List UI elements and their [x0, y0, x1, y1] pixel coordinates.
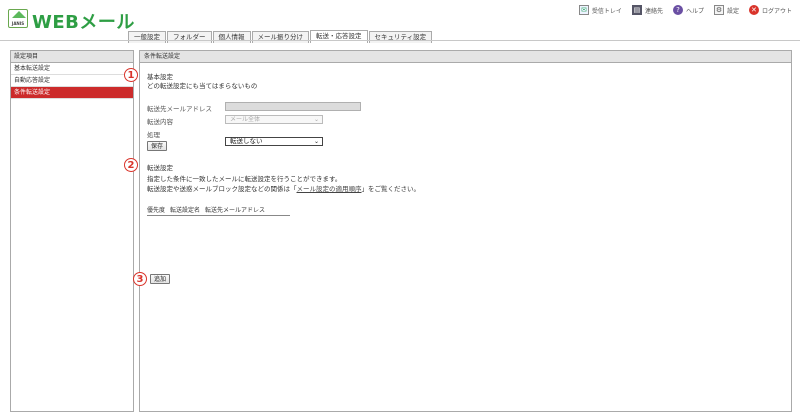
- sidebar: 設定項目 基本転送設定 自動応答設定 条件転送設定: [10, 50, 134, 412]
- tab-mail-filter[interactable]: メール振り分け: [251, 31, 309, 43]
- settings-label: 設定: [726, 7, 739, 15]
- forward-content-value: メール全体: [230, 116, 261, 123]
- logo-roof-icon: [12, 11, 26, 18]
- logo: JANIS: [8, 9, 28, 28]
- col-forward-address: 転送先メールアドレス: [205, 207, 266, 214]
- forward-section-title: 転送設定: [147, 164, 173, 172]
- header-divider: [0, 40, 800, 41]
- add-button[interactable]: 追加: [150, 274, 171, 284]
- forward-section-note: 転送設定や送惑メールブロック設定などの関係は「メール設定の適用順序」をご覧くださ…: [147, 183, 420, 193]
- logout-label: ログアウト: [761, 7, 792, 15]
- inbox-label: 受信トレイ: [591, 7, 622, 15]
- save-button[interactable]: 保存: [147, 141, 168, 151]
- top-links: ✉ 受信トレイ ▤ 連絡先 ? ヘルプ ⚙ 設定 ✕ ログアウト: [578, 5, 792, 15]
- inbox-icon: ✉: [578, 5, 589, 15]
- forward-address-input[interactable]: [225, 102, 361, 111]
- tab-forward-reply[interactable]: 転送・応答設定: [310, 30, 368, 43]
- tab-general[interactable]: 一般設定: [128, 31, 166, 43]
- logout-link[interactable]: ✕ ログアウト: [748, 5, 792, 15]
- col-rule-name: 転送設定名: [170, 207, 201, 214]
- tab-personal-info[interactable]: 個人情報: [212, 31, 251, 43]
- logout-icon: ✕: [748, 5, 759, 15]
- sidebar-item-basic-forward[interactable]: 基本転送設定: [11, 63, 133, 75]
- callout-3: 3: [133, 272, 147, 286]
- forward-table-header: 優先度 転送設定名 転送先メールアドレス: [147, 205, 290, 216]
- brand-title: WEBメール: [32, 12, 135, 33]
- forward-address-label: 転送先メールアドレス: [147, 105, 212, 113]
- sidebar-item-auto-reply[interactable]: 自動応答設定: [11, 75, 133, 87]
- forward-content-label: 転送内容: [147, 118, 173, 126]
- sidebar-item-conditional-forward[interactable]: 条件転送設定: [11, 87, 133, 99]
- settings-tabs: 一般設定 フォルダー 個人情報 メール振り分け 転送・応答設定 セキュリティ設定: [128, 30, 433, 43]
- note-prefix: 転送設定や送惑メールブロック設定などの関係は「: [147, 185, 297, 193]
- sidebar-heading: 設定項目: [11, 51, 133, 63]
- settings-icon: ⚙: [713, 5, 724, 15]
- action-label: 処理: [147, 131, 160, 139]
- basic-section-desc: どの転送設定にも当てはまらないもの: [147, 82, 258, 90]
- address-book-icon: ▤: [631, 5, 642, 15]
- settings-link[interactable]: ⚙ 設定: [713, 5, 739, 15]
- note-suffix: 」をご覧ください。: [361, 185, 421, 193]
- chevron-down-icon: ⌄: [313, 138, 319, 145]
- help-link[interactable]: ? ヘルプ: [672, 5, 704, 15]
- forward-section-desc: 指定した条件に一致したメールに転送設定を行うことができます。: [147, 175, 342, 183]
- forward-content-select[interactable]: メール全体 ⌄: [225, 115, 323, 124]
- apply-order-link[interactable]: メール設定の適用順序: [297, 185, 362, 193]
- tab-folders[interactable]: フォルダー: [167, 31, 212, 43]
- action-value: 転送しない: [230, 137, 263, 145]
- address-book-link[interactable]: ▤ 連絡先: [631, 5, 663, 15]
- col-priority: 優先度: [147, 207, 166, 214]
- chevron-down-icon: ⌄: [313, 116, 319, 123]
- logo-text: JANIS: [11, 21, 25, 26]
- tab-security[interactable]: セキュリティ設定: [368, 31, 433, 43]
- action-select[interactable]: 転送しない ⌄: [225, 137, 323, 146]
- help-label: ヘルプ: [685, 7, 704, 15]
- inbox-link[interactable]: ✉ 受信トレイ: [578, 5, 622, 15]
- main-heading: 条件転送設定: [140, 51, 791, 63]
- callout-1: 1: [124, 68, 138, 82]
- help-icon: ?: [672, 5, 683, 15]
- address-book-label: 連絡先: [644, 7, 663, 15]
- callout-2: 2: [124, 158, 138, 172]
